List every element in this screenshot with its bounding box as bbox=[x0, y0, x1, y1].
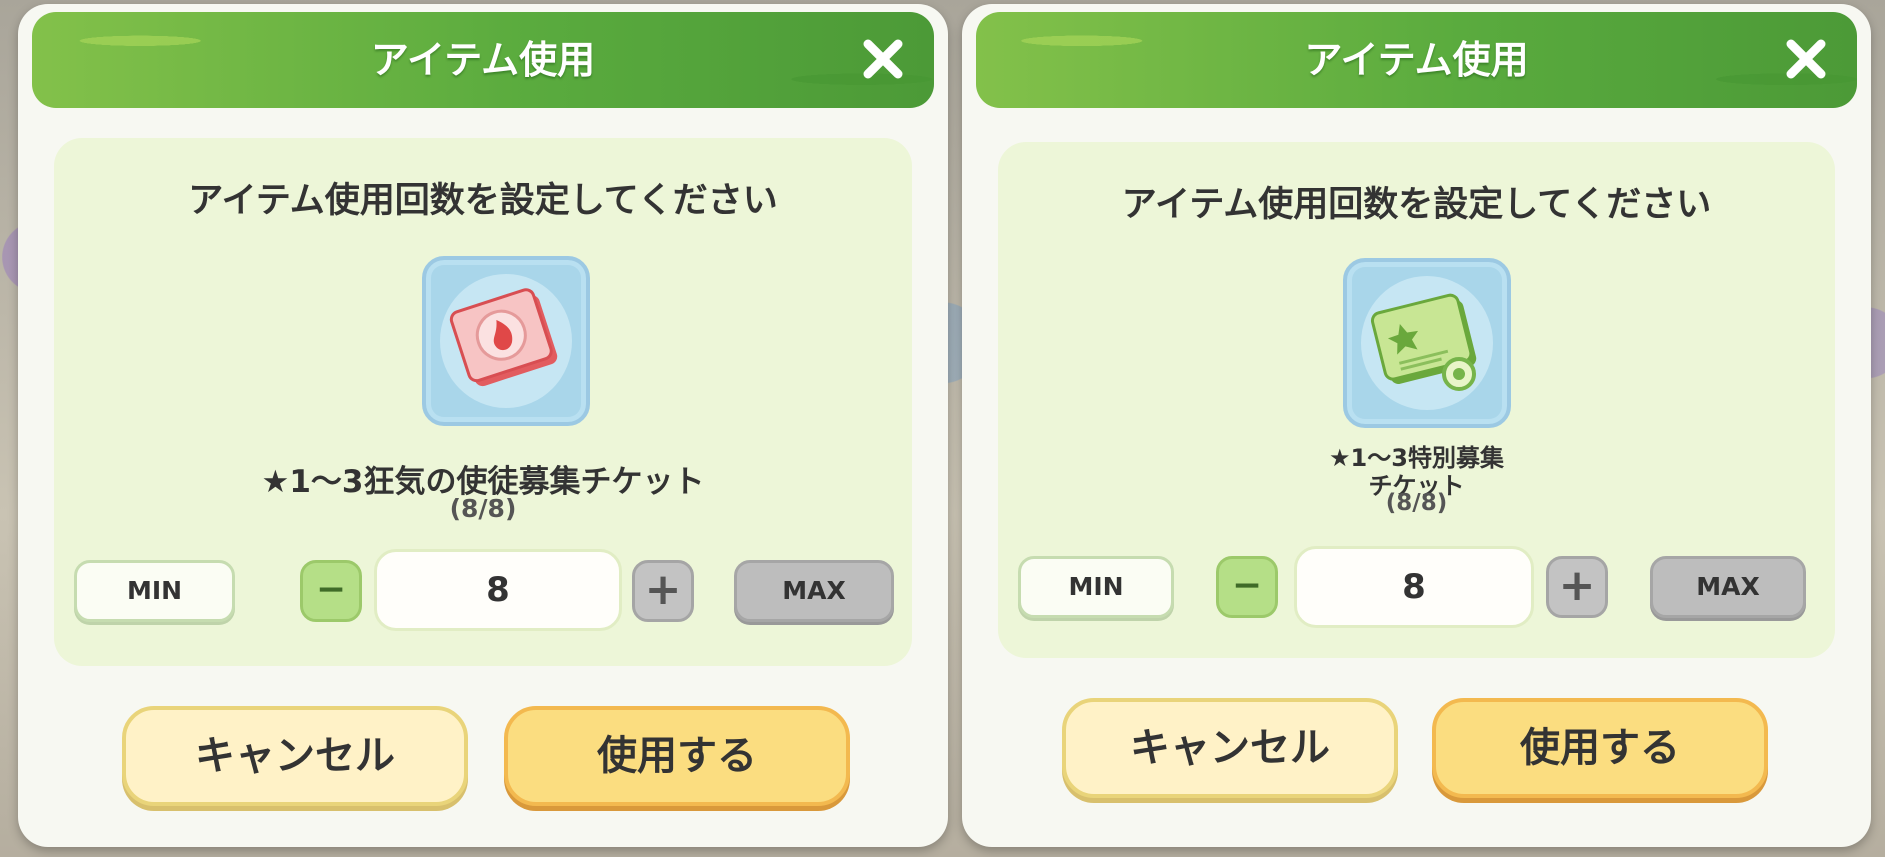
close-icon[interactable] bbox=[858, 34, 908, 84]
cancel-button[interactable]: キャンセル bbox=[122, 706, 468, 806]
item-count: (8/8) bbox=[449, 494, 517, 523]
increment-button[interactable]: + bbox=[632, 560, 694, 622]
decrement-button[interactable]: − bbox=[1216, 556, 1278, 618]
quantity-field[interactable]: 8 bbox=[1294, 546, 1534, 628]
decrement-button[interactable]: − bbox=[300, 560, 362, 622]
use-button[interactable]: 使用する bbox=[1432, 698, 1768, 798]
close-icon[interactable] bbox=[1781, 34, 1831, 84]
item-settings-panel: アイテム使用回数を設定してください ★1～3特別募集 チケット (8/8) MI… bbox=[998, 142, 1835, 658]
item-count: (8/8) bbox=[1385, 490, 1448, 516]
item-icon-frame bbox=[422, 256, 590, 426]
quantity-field[interactable]: 8 bbox=[374, 549, 622, 631]
cancel-button[interactable]: キャンセル bbox=[1062, 698, 1398, 798]
item-use-dialog-2: アイテム使用 アイテム使用回数を設定してください ★1～3特別募集 チケット (… bbox=[962, 4, 1871, 847]
red-ticket-icon bbox=[449, 288, 558, 387]
usage-prompt: アイテム使用回数を設定してください bbox=[188, 181, 778, 221]
max-button[interactable]: MAX bbox=[1650, 556, 1806, 618]
dialog-title: アイテム使用 bbox=[370, 38, 596, 82]
use-button[interactable]: 使用する bbox=[504, 706, 850, 806]
min-button[interactable]: MIN bbox=[74, 560, 235, 622]
max-button[interactable]: MAX bbox=[734, 560, 894, 622]
dialog-title-bar: アイテム使用 bbox=[32, 12, 934, 108]
dialog-title: アイテム使用 bbox=[1304, 38, 1529, 82]
item-icon-frame bbox=[1343, 258, 1511, 428]
min-button[interactable]: MIN bbox=[1018, 556, 1174, 618]
item-use-dialog-1: アイテム使用 アイテム使用回数を設定してください ★1～3狂気の使徒募集チケット… bbox=[18, 4, 948, 847]
usage-prompt: アイテム使用回数を設定してください bbox=[1121, 185, 1712, 225]
dialog-title-bar: アイテム使用 bbox=[976, 12, 1857, 108]
green-ticket-icon bbox=[1370, 293, 1477, 391]
increment-button[interactable]: + bbox=[1546, 556, 1608, 618]
item-settings-panel: アイテム使用回数を設定してください ★1～3狂気の使徒募集チケット (8/8) … bbox=[54, 138, 912, 666]
